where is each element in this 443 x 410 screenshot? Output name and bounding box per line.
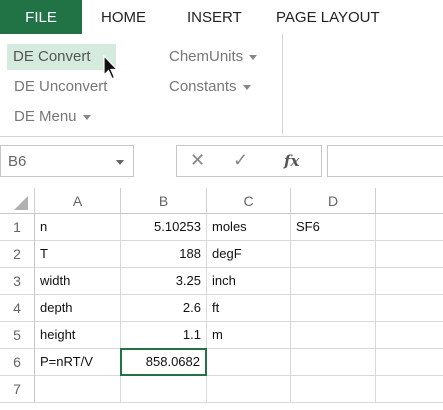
insert-function-icon[interactable]: fx [284,152,299,170]
cell-b6[interactable]: 858.0682 [120,348,207,376]
cell-d3[interactable] [291,268,376,295]
column-header-c[interactable]: C [207,188,291,214]
cell-e5[interactable] [376,322,443,349]
cell-c6[interactable] [207,349,291,376]
cell-c1[interactable]: moles [207,214,291,241]
formula-bar: B6 ✕ ✓ fx [0,137,443,185]
tab-file[interactable]: FILE [0,0,82,34]
cell-b3[interactable]: 3.25 [121,268,207,295]
formula-input[interactable] [327,145,443,177]
cell-e4[interactable] [376,295,443,322]
row-header-2[interactable]: 2 [0,241,35,268]
de-convert-label: DE Convert [13,48,91,65]
row-header-7[interactable]: 7 [0,376,35,403]
cell-b1[interactable]: 5.10253 [121,214,207,241]
cancel-icon[interactable]: ✕ [190,150,205,171]
de-menu-label: DE Menu [14,108,77,125]
name-box-value: B6 [8,153,27,170]
spreadsheet-grid: A B C D 1 n 5.10253 moles SF6 2 T 188 de… [0,188,443,410]
cell-a5[interactable]: height [35,322,121,349]
cell-e3[interactable] [376,268,443,295]
row-header-3[interactable]: 3 [0,268,35,295]
cell-b4[interactable]: 2.6 [121,295,207,322]
select-all-icon [14,196,28,210]
cell-a4[interactable]: depth [35,295,121,322]
cell-b5[interactable]: 1.1 [121,322,207,349]
de-convert-button[interactable]: DE Convert [7,44,116,70]
de-menu-dropdown[interactable]: DE Menu [14,104,91,130]
cell-b7[interactable] [121,376,207,403]
ribbon-divider [282,34,283,134]
chemunits-label: ChemUnits [169,48,244,65]
ribbon-tab-bar: FILE HOME INSERT PAGE LAYOUT [0,0,443,34]
cell-c5[interactable]: m [207,322,291,349]
tab-insert[interactable]: INSERT [187,0,242,34]
column-header-d[interactable]: D [291,188,376,214]
name-box[interactable]: B6 [0,145,134,177]
cell-d4[interactable] [291,295,376,322]
cell-a2[interactable]: T [35,241,121,268]
formula-buttons: ✕ ✓ fx [176,145,322,177]
enter-icon[interactable]: ✓ [233,150,248,171]
tab-home[interactable]: HOME [101,0,146,34]
constants-dropdown[interactable]: Constants [169,74,251,100]
cell-c7[interactable] [207,376,291,403]
cell-e7[interactable] [376,376,443,403]
row-header-5[interactable]: 5 [0,322,35,349]
cell-c2[interactable]: degF [207,241,291,268]
de-unconvert-label: DE Unconvert [14,78,108,95]
chemunits-dropdown[interactable]: ChemUnits [169,44,258,70]
row-header-6[interactable]: 6 [0,349,35,376]
cell-d7[interactable] [291,376,376,403]
row-header-4[interactable]: 4 [0,295,35,322]
tab-page-layout[interactable]: PAGE LAYOUT [276,0,380,34]
ribbon-panel: DE Convert DE Unconvert DE Menu ChemUnit… [0,34,443,137]
chevron-down-icon [249,54,258,60]
cell-e1[interactable] [376,214,443,241]
cell-d5[interactable] [291,322,376,349]
chevron-down-icon [242,84,251,90]
cell-c4[interactable]: ft [207,295,291,322]
column-header-e[interactable] [376,188,443,214]
column-header-b[interactable]: B [121,188,207,214]
cell-a3[interactable]: width [35,268,121,295]
cell-e6[interactable] [376,349,443,376]
constants-label: Constants [169,78,237,95]
chevron-down-icon [82,114,91,120]
row-header-1[interactable]: 1 [0,214,35,241]
cell-a7[interactable] [35,376,121,403]
chevron-down-icon[interactable] [116,160,124,165]
cell-e2[interactable] [376,241,443,268]
cell-a1[interactable]: n [35,214,121,241]
select-all-corner[interactable] [0,188,35,214]
mouse-pointer-icon [103,55,119,80]
de-unconvert-button[interactable]: DE Unconvert [14,74,107,100]
cell-a6[interactable]: P=nRT/V [35,349,121,376]
cell-b2[interactable]: 188 [121,241,207,268]
column-header-a[interactable]: A [35,188,121,214]
cell-c3[interactable]: inch [207,268,291,295]
cell-d6[interactable] [291,349,376,376]
cell-d2[interactable] [291,241,376,268]
cell-d1[interactable]: SF6 [291,214,376,241]
